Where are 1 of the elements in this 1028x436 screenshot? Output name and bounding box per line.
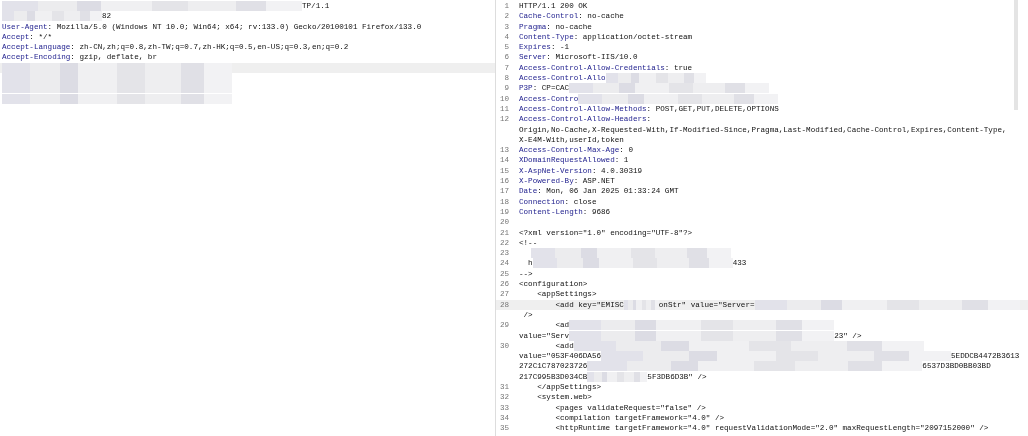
redaction-blur (623, 299, 659, 310)
